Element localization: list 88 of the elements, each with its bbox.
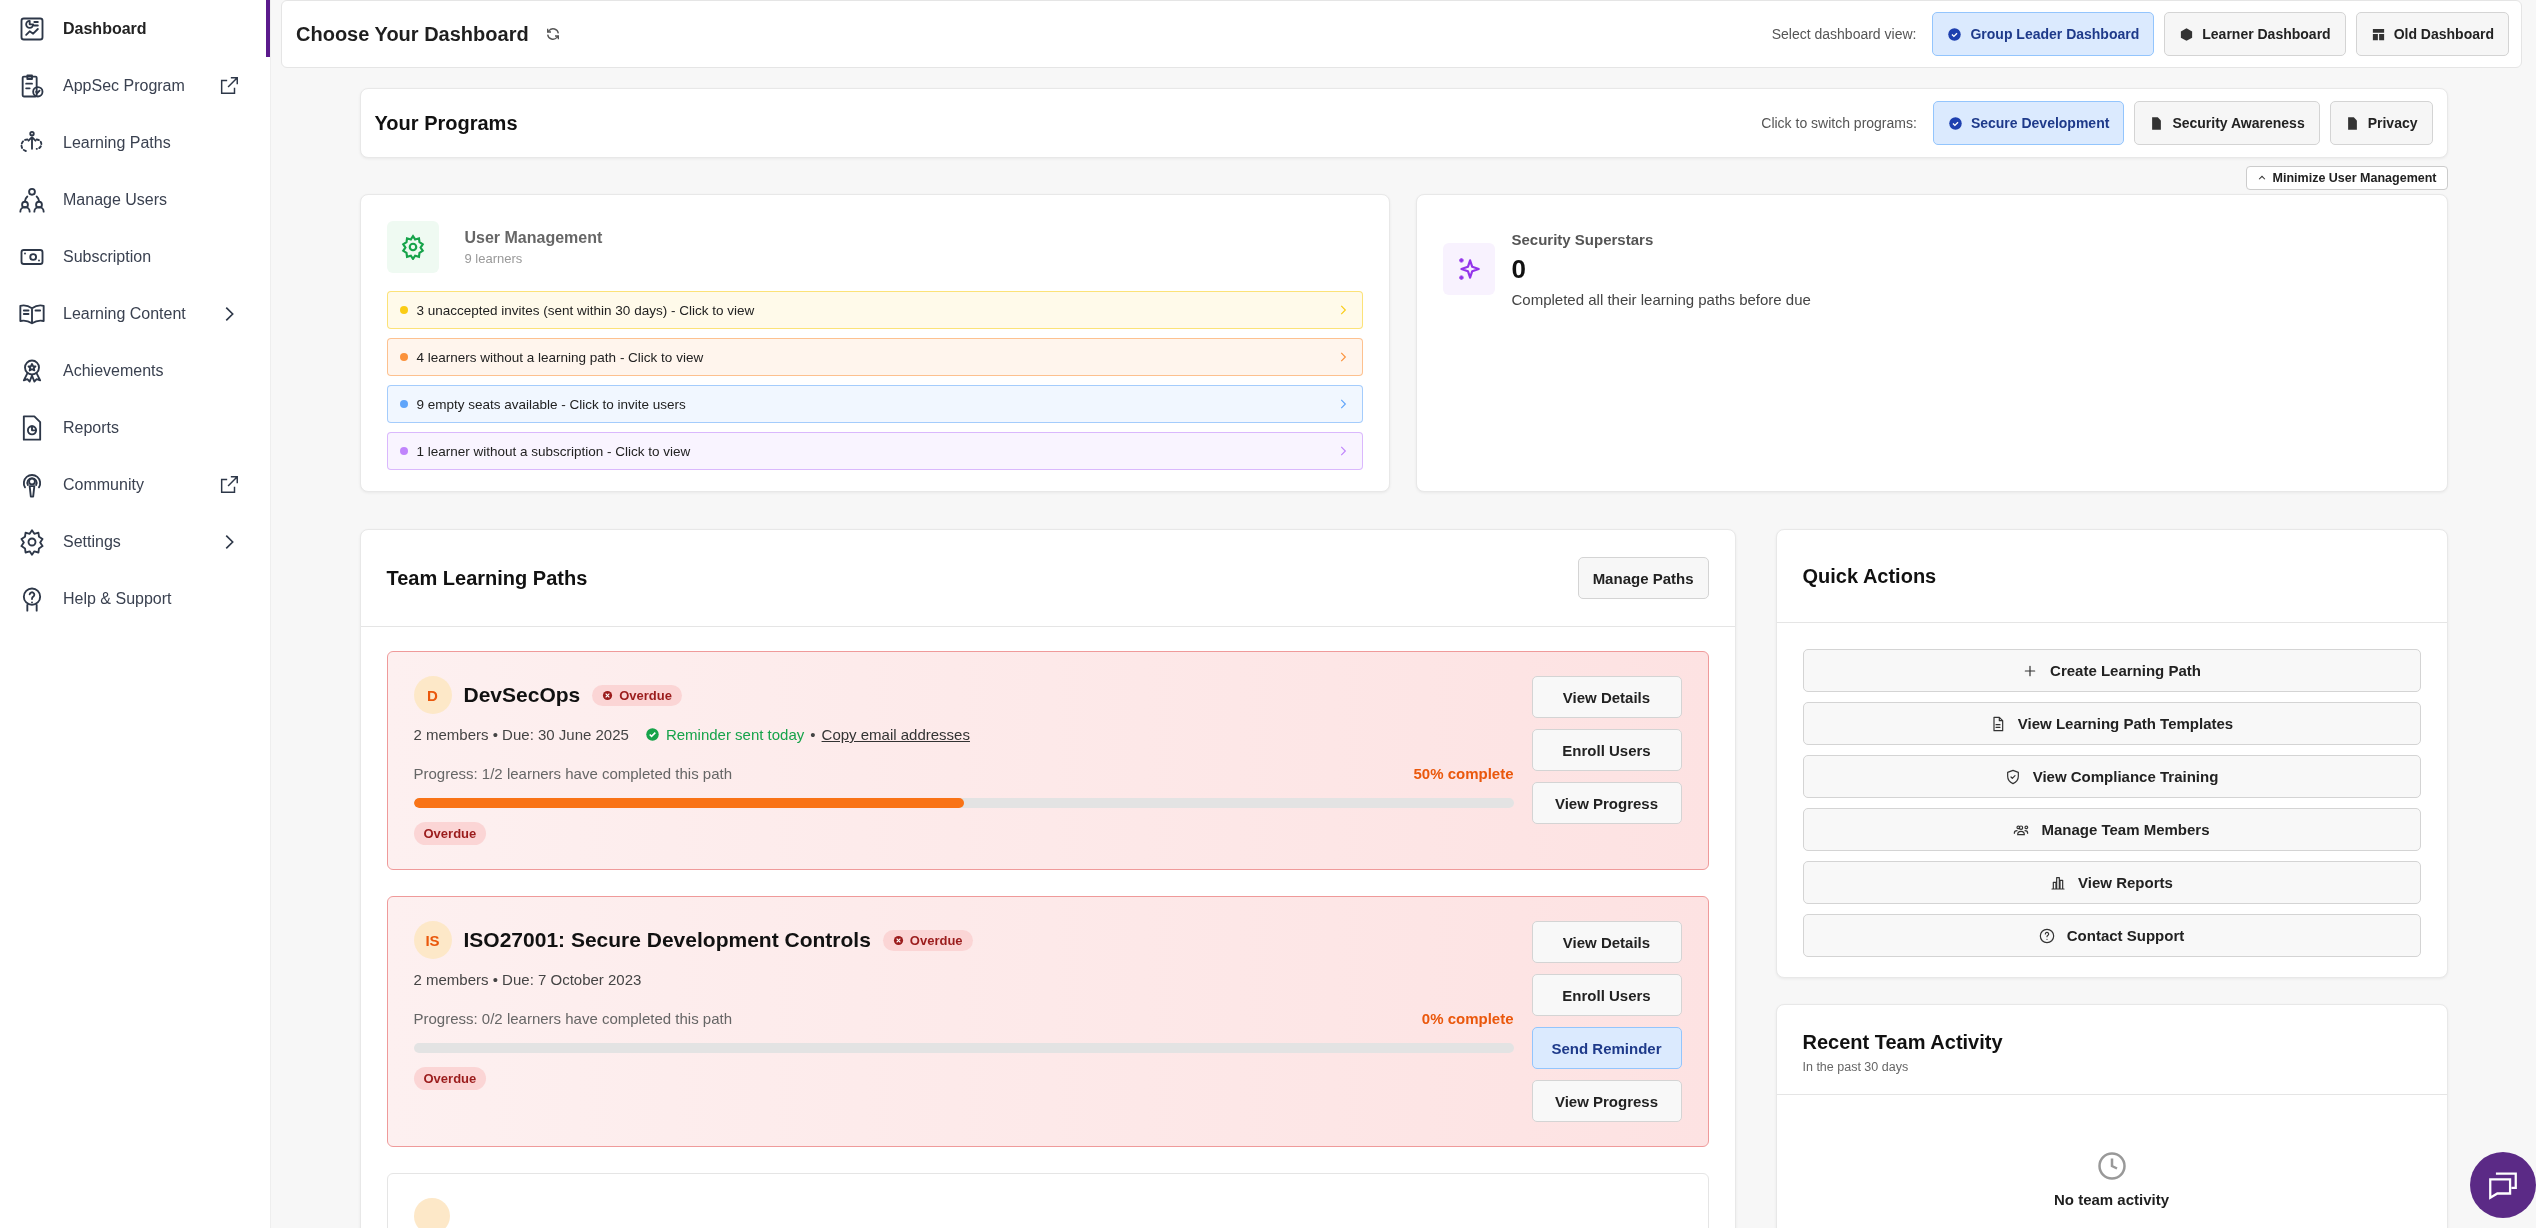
sidebar-item[interactable]: Community (0, 456, 270, 513)
view-label: Select dashboard view: (1771, 26, 1917, 42)
alert-row[interactable]: 9 empty seats available - Click to invite users (386, 385, 1363, 423)
alert-row[interactable]: 3 unaccepted invites (sent within 30 days) - Click to view (386, 291, 1363, 329)
status-badge: Overdue (592, 684, 682, 706)
path-action-button[interactable]: Enroll Users (1531, 729, 1682, 771)
quick-action-button[interactable]: Manage Team Members (1802, 808, 2421, 851)
sidebar-item[interactable]: Manage Users (0, 171, 270, 228)
path-action-button[interactable]: View Details (1531, 676, 1682, 718)
card-title: Security Superstars (1511, 231, 1655, 248)
check-circle-icon (644, 727, 660, 742)
section-title: Team Learning Paths (386, 566, 588, 590)
path-meta: 2 members • Due: 7 October 2023 (413, 971, 642, 988)
clock-icon (2096, 1151, 2127, 1181)
manage-paths-button[interactable]: Manage Paths (1577, 557, 1709, 599)
alert-text: 1 learner without a subscription - Click to view (416, 443, 692, 459)
alert-row[interactable]: 1 learner without a subscription - Click to view (386, 432, 1363, 470)
learner-count: 9 learners (464, 250, 524, 266)
percent-complete: 50% complete (1413, 765, 1514, 782)
card-title: User Management (464, 228, 603, 247)
minimize-button[interactable]: Minimize User Management (2245, 166, 2448, 190)
program-button[interactable]: Secure Development (1932, 101, 2125, 145)
users-icon (18, 185, 46, 214)
quick-action-button[interactable]: Create Learning Path (1802, 649, 2421, 692)
sidebar-item[interactable]: Reports (0, 399, 270, 456)
sidebar-item[interactable]: Subscription (0, 228, 270, 285)
sidebar-item[interactable]: Settings (0, 513, 270, 570)
dashboard-view-button[interactable]: Group Leader Dashboard (1932, 12, 2155, 56)
check-circle-icon (1947, 115, 1963, 131)
quick-action-button[interactable]: View Compliance Training (1802, 755, 2421, 798)
separator: • (810, 726, 816, 743)
quick-action-button[interactable]: View Reports (1802, 861, 2421, 904)
page-title: Choose Your Dashboard (296, 22, 529, 46)
empty-state-text: No team activity (2053, 1191, 2169, 1208)
alert-text: 9 empty seats available - Click to invite users (416, 396, 687, 412)
program-button[interactable]: Security Awareness (2134, 101, 2320, 145)
chevron-up-icon (2256, 173, 2267, 183)
quick-action-button[interactable]: Contact Support (1802, 914, 2421, 957)
hexagon-icon (2179, 26, 2195, 42)
alert-row[interactable]: 4 learners without a learning path - Click to view (386, 338, 1363, 376)
path-meta: 2 members • Due: 30 June 2025 (413, 726, 629, 743)
reminder-status: Reminder sent today (665, 726, 805, 743)
layout-icon (2370, 26, 2386, 42)
shield-check-icon (2004, 768, 2021, 785)
section-title: Recent Team Activity (1802, 1031, 2004, 1054)
sidebar-item[interactable]: Learning Paths (0, 114, 270, 171)
path-action-button[interactable]: View Progress (1531, 1080, 1682, 1122)
status-tag: Overdue (413, 822, 487, 845)
bar-chart-icon (2050, 874, 2067, 891)
progress-text: Progress: 0/2 learners have completed this path (413, 1010, 732, 1027)
path-action-button[interactable]: View Progress (1531, 782, 1682, 824)
check-circle-icon (1947, 26, 1963, 42)
status-badge: Overdue (882, 929, 973, 951)
path-name: ISO27001: Secure Development Controls (463, 928, 871, 952)
initials-avatar: IS (413, 921, 452, 959)
section-subtitle: In the past 30 days (1802, 1060, 1910, 1074)
sidebar-item[interactable]: Achievements (0, 342, 270, 399)
status-tag: Overdue (413, 1067, 487, 1090)
alert-text: 3 unaccepted invites (sent within 30 days) - Click to view (416, 302, 756, 318)
dashboard-view-button[interactable]: Learner Dashboard (2164, 12, 2346, 56)
path-action-button[interactable]: Enroll Users (1531, 974, 1682, 1016)
refresh-icon[interactable] (544, 26, 561, 42)
path-name: DevSecOps (463, 683, 581, 707)
external-link-icon (218, 74, 240, 97)
switch-label: Click to switch programs: (1761, 115, 1917, 131)
section-title: Your Programs (374, 111, 518, 135)
percent-complete: 0% complete (1421, 1010, 1514, 1027)
card-description: Completed all their learning paths before due (1511, 291, 1811, 308)
alert-text: 4 learners without a learning path - Click to view (416, 349, 705, 365)
copy-emails-link[interactable]: Copy email addresses (821, 726, 970, 743)
x-circle-icon (892, 934, 904, 946)
sidebar-item[interactable]: Help & Support (0, 570, 270, 627)
program-button[interactable]: Privacy (2329, 101, 2433, 145)
settings-icon (399, 234, 426, 260)
sidebar-item[interactable]: Learning Content (0, 285, 270, 342)
settings-icon (18, 527, 46, 556)
section-title: Quick Actions (1802, 564, 1937, 588)
initials-avatar: D (413, 676, 452, 714)
dashboard-view-button[interactable]: Old Dashboard (2355, 12, 2509, 56)
external-link-icon (218, 473, 240, 496)
sidebar-item[interactable]: Dashboard (0, 0, 270, 57)
x-circle-icon (602, 689, 614, 701)
quick-action-button[interactable]: View Learning Path Templates (1802, 702, 2421, 745)
sidebar-item[interactable]: AppSec Program (0, 57, 270, 114)
progress-text: Progress: 1/2 learners have completed this path (413, 765, 732, 782)
path-action-button[interactable]: View Details (1531, 921, 1682, 963)
path-action-button[interactable]: Send Reminder (1531, 1027, 1682, 1069)
superstar-count: 0 (1511, 254, 1527, 285)
